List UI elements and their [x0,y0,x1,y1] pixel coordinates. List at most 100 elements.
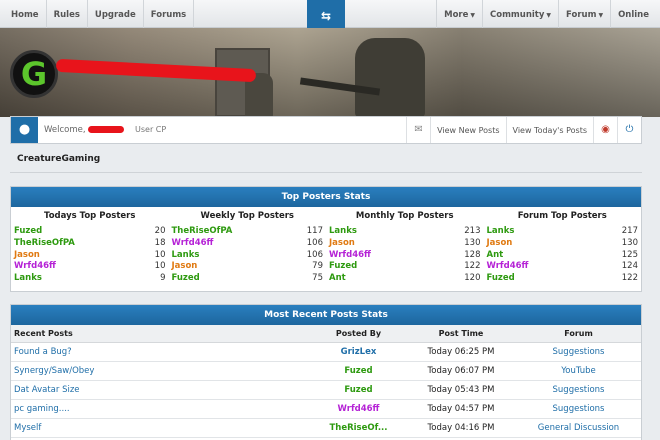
poster-count: 122 [621,273,638,284]
poster-row: Fuzed 20 [14,226,166,238]
banner-soldier [355,38,425,117]
nav-community-menu[interactable]: Community ▼ [482,0,558,28]
post-forum-link[interactable]: General Discussion [516,418,641,438]
view-new-posts-link[interactable]: View New Posts [430,117,505,143]
poster-name-link[interactable]: Ant [487,250,504,262]
poster-column: Todays Top Posters Fuzed 20 TheRiseOfPA 18 Ja… [11,207,169,285]
poster-count: 10 [154,249,166,260]
post-time: Today 05:43 PM [406,380,516,400]
poster-name-link[interactable]: Jason [487,238,513,250]
poster-name-link[interactable]: Wrfd46ff [329,250,371,262]
poster-count: 20 [154,226,166,236]
post-title-link[interactable]: pc gaming.... [11,399,311,419]
user-avatar-icon[interactable]: ● [11,117,38,143]
poster-name-link[interactable]: Lanks [14,273,42,285]
post-forum-link[interactable]: Suggestions [516,342,641,362]
col-recent-posts: Recent Posts [11,325,311,343]
nav-upgrade-link[interactable]: Upgrade [88,0,144,28]
poster-row: Jason 79 [172,261,324,273]
poster-name-link[interactable]: Lanks [172,250,200,262]
nav-online-menu[interactable]: Online [610,0,656,28]
post-title-link[interactable]: Myself [11,418,311,438]
top-posters-columns: Todays Top Posters Fuzed 20 TheRiseOfPA 18 Ja… [11,207,641,285]
top-posters-title: Top Posters Stats [11,187,641,207]
chevron-down-icon: ▼ [598,12,604,19]
poster-row: Lanks 213 [329,226,481,238]
poster-name-link[interactable]: Lanks [487,226,515,238]
poster-name-link[interactable]: Fuzed [487,273,515,285]
post-author-link[interactable]: TheRiseOf... [311,418,406,438]
nav-home-link[interactable]: Home [4,0,47,28]
poster-name-link[interactable]: Ant [329,273,346,285]
nav-forum-menu[interactable]: Forum ▼ [558,0,610,28]
power-icon[interactable]: ⏻ [617,117,641,143]
poster-count: 125 [621,249,638,260]
nav-forums-link[interactable]: Forums [144,0,195,28]
poster-count: 75 [312,273,323,284]
post-forum-link[interactable]: Suggestions [516,380,641,400]
post-author-name: Fuzed [344,384,373,395]
poster-count: 120 [464,273,481,284]
poster-name-link[interactable]: Jason [329,238,355,250]
nav-rules-link[interactable]: Rules [47,0,88,28]
view-todays-posts-link[interactable]: View Today's Posts [505,117,593,143]
poster-name-link[interactable]: Fuzed [14,226,42,238]
divider [10,172,642,173]
poster-count: 9 [160,273,166,284]
nav-more-menu[interactable]: More ▼ [436,0,482,28]
nav-right-group: More ▼ Community ▼ Forum ▼ Online [436,0,656,28]
poster-row: Ant 125 [487,250,639,262]
poster-column: Weekly Top Posters TheRiseOfPA 117 Wrfd46ff… [169,207,327,285]
nav-menu-label: Community [490,10,545,20]
poster-count: 217 [621,226,638,236]
poster-name-link[interactable]: Lanks [329,226,357,238]
poster-name-link[interactable]: TheRiseOfPA [172,226,233,238]
nav-left-group: Home Rules Upgrade Forums [4,0,195,28]
poster-row: Fuzed 75 [172,273,324,285]
welcome-text: Welcome, [44,125,86,135]
col-forum: Forum [516,325,641,343]
pokeball-icon[interactable]: ◉ [593,117,617,143]
nav-menu-label: Forum [566,10,597,20]
poster-name-link[interactable]: Fuzed [172,273,200,285]
user-cp-link[interactable]: User CP [135,125,166,134]
poster-column-header: Monthly Top Posters [355,211,454,221]
poster-column-header: Weekly Top Posters [200,211,294,221]
poster-count: 79 [312,261,323,272]
poster-count: 10 [154,261,166,272]
poster-row: Wrfd46ff 124 [487,261,639,273]
recent-posts-panel: Most Recent Posts Stats Recent Posts Pos… [10,304,642,440]
post-author-link[interactable]: Fuzed [311,361,406,381]
poster-name-link[interactable]: Wrfd46ff [487,261,529,273]
post-author-link[interactable]: Fuzed [311,380,406,400]
site-logo[interactable]: G [10,50,58,98]
poster-name-link[interactable]: Wrfd46ff [14,261,56,273]
poster-name-link[interactable]: Jason [14,250,40,262]
recent-posts-table: Recent Posts Posted By Post Time Forum F… [11,325,641,438]
post-time: Today 06:07 PM [406,361,516,381]
post-forum-link[interactable]: YouTube [516,361,641,381]
poster-column-header: Forum Top Posters [517,211,607,221]
poster-name-link[interactable]: Wrfd46ff [172,238,214,250]
poster-name-link[interactable]: Fuzed [329,261,357,273]
post-author-name: Wrfd46ff [337,403,380,414]
post-author-name: Fuzed [344,365,373,376]
poster-name-link[interactable]: Jason [172,261,198,273]
post-author-name: GrizLex [340,346,377,357]
poster-row: Jason 130 [329,238,481,250]
site-banner: G [0,28,660,117]
post-title-link[interactable]: Dat Avatar Size [11,380,311,400]
poster-count: 124 [621,261,638,272]
site-title: CreatureGaming [17,154,101,164]
envelope-icon[interactable]: ✉ [406,117,430,143]
post-title-link[interactable]: Found a Bug? [11,342,311,362]
poster-column: Monthly Top Posters Lanks 213 Jason 130 Wrfd4… [326,207,484,285]
post-author-link[interactable]: Wrfd46ff [311,399,406,419]
post-author-link[interactable]: GrizLex [311,342,406,362]
poster-column-header: Todays Top Posters [44,211,136,221]
poster-row: TheRiseOfPA 117 [172,226,324,238]
poster-name-link[interactable]: TheRiseOfPA [14,238,75,250]
poster-row: Lanks 106 [172,250,324,262]
post-forum-link[interactable]: Suggestions [516,399,641,419]
post-title-link[interactable]: Synergy/Saw/Obey [11,361,311,381]
